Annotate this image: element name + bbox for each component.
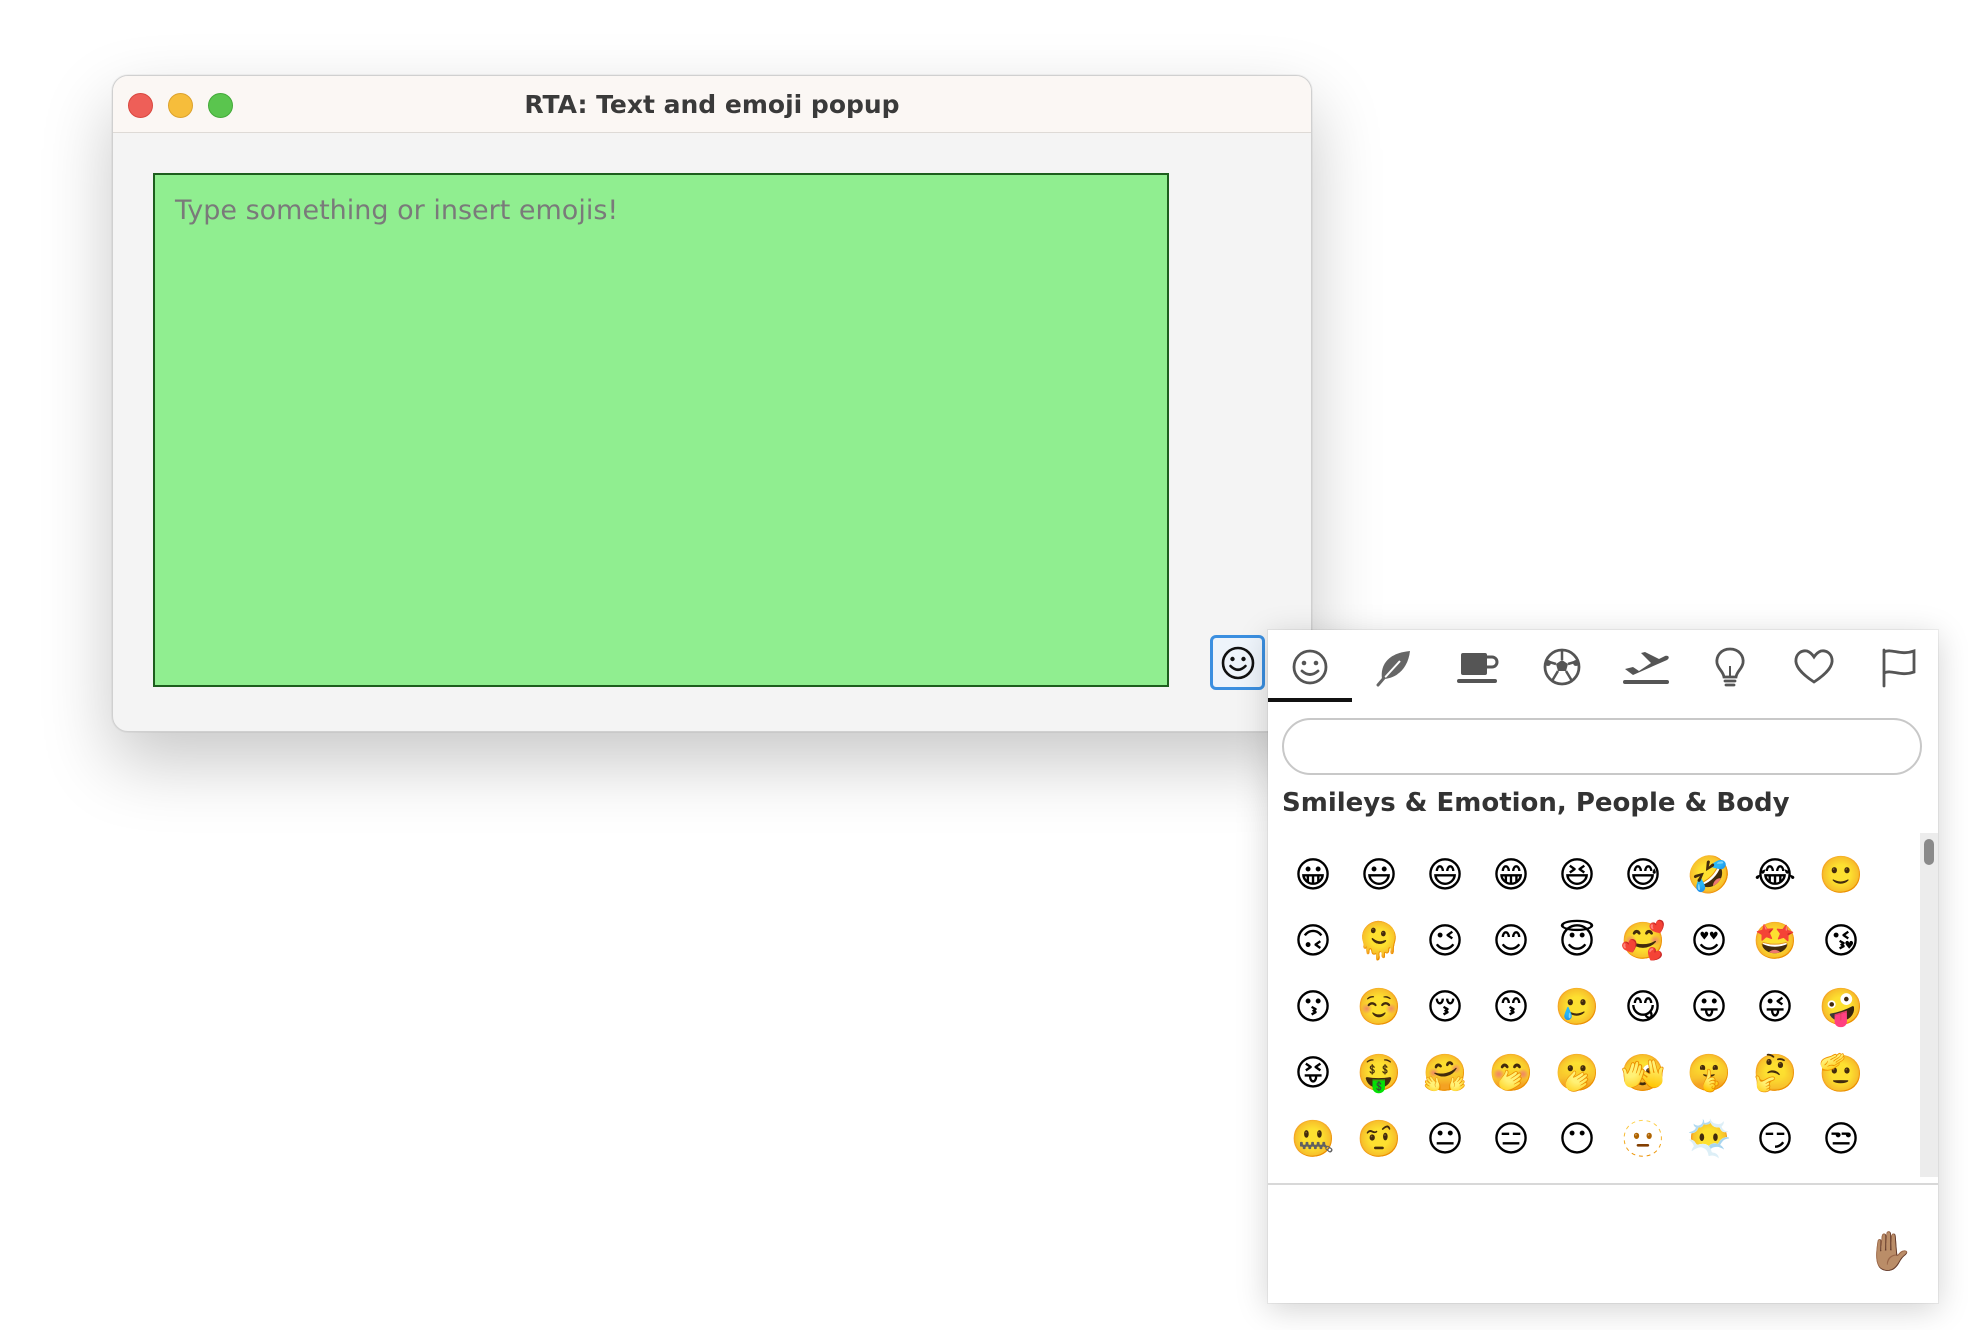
tab-symbols[interactable]: [1772, 638, 1856, 696]
skin-tone-selector[interactable]: ✋🏽: [1866, 1228, 1914, 1276]
airplane-icon: [1623, 652, 1669, 684]
emoji-item[interactable]: 🤔: [1742, 1041, 1808, 1107]
tab-nature[interactable]: [1352, 638, 1436, 696]
emoji-item[interactable]: 😏: [1742, 1107, 1808, 1173]
emoji-item[interactable]: 😒: [1808, 1107, 1874, 1173]
soccer-ball-icon: [1543, 648, 1581, 686]
emoji-item[interactable]: 🥲: [1544, 975, 1610, 1041]
emoji-item[interactable]: 😙: [1478, 975, 1544, 1041]
tab-smileys[interactable]: [1268, 638, 1352, 702]
window-title: RTA: Text and emoji popup: [524, 90, 900, 119]
scrollbar-thumb[interactable]: [1924, 839, 1934, 865]
emoji-item[interactable]: 😂: [1742, 843, 1808, 909]
emoji-grid-viewport: 😀 😃 😄 😁 😆 😅 🤣 😂 🙂 🙃 🫠 😉 😊 😇 🥰 😍 🤩 😘 😗 ☺️ 😚 😙 🥲 😋 😛 😜 🤪 😝 🤑 🤗 🤭 🫢 🫣 🤫 🤔 🫡 🤐 🤨 😐…: [1268, 833, 1918, 1177]
emoji-item[interactable]: 😃: [1346, 843, 1412, 909]
heart-icon: [1794, 649, 1834, 684]
emoji-search-input[interactable]: [1282, 718, 1922, 775]
text-area-placeholder: Type something or insert emojis!: [175, 195, 619, 226]
emoji-item[interactable]: 🫠: [1346, 909, 1412, 975]
tab-objects[interactable]: [1688, 638, 1772, 696]
emoji-item[interactable]: 🤩: [1742, 909, 1808, 975]
emoji-item[interactable]: 😛: [1676, 975, 1742, 1041]
emoji-item[interactable]: 😶: [1544, 1107, 1610, 1173]
tab-activities[interactable]: [1520, 638, 1604, 696]
emoji-item[interactable]: 😉: [1412, 909, 1478, 975]
emoji-item[interactable]: 😗: [1280, 975, 1346, 1041]
smiley-face-icon: [1221, 646, 1254, 679]
emoji-item[interactable]: 😝: [1280, 1041, 1346, 1107]
emoji-item[interactable]: 🤨: [1346, 1107, 1412, 1173]
emoji-item[interactable]: 🤐: [1280, 1107, 1346, 1173]
emoji-item[interactable]: 😚: [1412, 975, 1478, 1041]
emoji-item[interactable]: 😐: [1412, 1107, 1478, 1173]
emoji-item[interactable]: 😋: [1610, 975, 1676, 1041]
emoji-item[interactable]: 🫢: [1544, 1041, 1610, 1107]
emoji-item[interactable]: 😄: [1412, 843, 1478, 909]
emoji-item[interactable]: 🫥: [1610, 1107, 1676, 1173]
emoji-item[interactable]: 🤭: [1478, 1041, 1544, 1107]
text-area[interactable]: Type something or insert emojis!: [153, 173, 1169, 687]
emoji-scroll-area[interactable]: 😀 😃 😄 😁 😆 😅 🤣 😂 🙂 🙃 🫠 😉 😊 😇 🥰 😍 🤩 😘 😗 ☺️ 😚 😙 🥲 😋 😛 😜 🤪 😝 🤑 🤗 🤭 🫢 🫣 🤫 🤔 🫡 🤐 🤨 😐…: [1268, 833, 1918, 1177]
emoji-item[interactable]: 🤫: [1676, 1041, 1742, 1107]
emoji-item[interactable]: 🤑: [1346, 1041, 1412, 1107]
emoji-item[interactable]: 😊: [1478, 909, 1544, 975]
emoji-item[interactable]: 🥰: [1610, 909, 1676, 975]
section-title: Smileys & Emotion, People & Body: [1282, 788, 1790, 818]
title-bar[interactable]: RTA: Text and emoji popup: [113, 76, 1311, 133]
emoji-scrollbar[interactable]: [1920, 833, 1938, 1177]
footer-divider: [1268, 1183, 1938, 1185]
emoji-item[interactable]: 😜: [1742, 975, 1808, 1041]
emoji-item[interactable]: 🙃: [1280, 909, 1346, 975]
emoji-item[interactable]: 😍: [1676, 909, 1742, 975]
emoji-item[interactable]: 🤪: [1808, 975, 1874, 1041]
leaf-icon: [1376, 651, 1410, 687]
emoji-item[interactable]: 😘: [1808, 909, 1874, 975]
emoji-item[interactable]: 😑: [1478, 1107, 1544, 1173]
lightbulb-icon: [1715, 647, 1745, 687]
emoji-item[interactable]: 🤗: [1412, 1041, 1478, 1107]
emoji-item[interactable]: 😇: [1544, 909, 1610, 975]
emoji-category-tabs: [1268, 630, 1938, 704]
tab-flags[interactable]: [1856, 638, 1940, 696]
smiley-icon: [1292, 649, 1328, 685]
emoji-grid: 😀 😃 😄 😁 😆 😅 🤣 😂 🙂 🙃 🫠 😉 😊 😇 🥰 😍 🤩 😘 😗 ☺️ 😚 😙 🥲 😋 😛 😜 🤪 😝 🤑 🤗 🤭 🫢 🫣 🤫 🤔 🫡 🤐 🤨 😐…: [1280, 843, 1880, 1173]
tab-food[interactable]: [1436, 638, 1520, 696]
emoji-item[interactable]: 🫣: [1610, 1041, 1676, 1107]
emoji-item[interactable]: 😀: [1280, 843, 1346, 909]
tab-travel[interactable]: [1604, 638, 1688, 696]
main-window: RTA: Text and emoji popup Type something…: [112, 75, 1312, 732]
emoji-item[interactable]: 😆: [1544, 843, 1610, 909]
emoji-item[interactable]: 🤣: [1676, 843, 1742, 909]
emoji-item[interactable]: 😁: [1478, 843, 1544, 909]
emoji-item[interactable]: ☺️: [1346, 975, 1412, 1041]
emoji-popup: Smileys & Emotion, People & Body 😀 😃 😄 😁 😆 😅 🤣…: [1268, 630, 1938, 1303]
emoji-item[interactable]: 😅: [1610, 843, 1676, 909]
emoji-popup-button[interactable]: [1210, 635, 1265, 690]
emoji-item[interactable]: 😶‍🌫️: [1676, 1107, 1742, 1173]
emoji-item[interactable]: 🙂: [1808, 843, 1874, 909]
coffee-cup-icon: [1457, 653, 1499, 683]
emoji-item[interactable]: 🫡: [1808, 1041, 1874, 1107]
flag-icon: [1882, 648, 1916, 688]
